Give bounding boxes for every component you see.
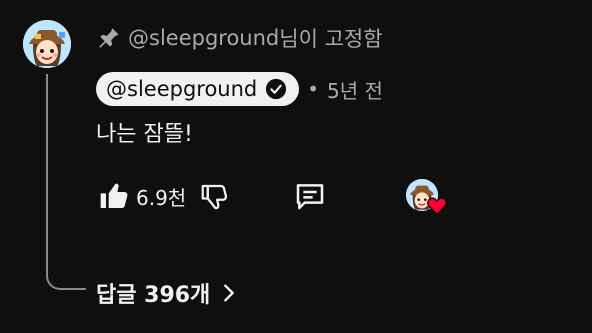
comment-header: @sleepground • 5년 전 — [96, 72, 383, 106]
pinned-by-user: @sleepground — [128, 26, 280, 50]
avatar-illustration — [23, 20, 71, 68]
heart-icon — [426, 195, 448, 217]
creator-heart-badge — [406, 179, 447, 216]
comment-actions: 6.9천 — [92, 174, 332, 218]
like-button[interactable] — [92, 174, 136, 218]
replies-count-label: 답글 396개 — [96, 283, 211, 308]
meta-separator: • — [307, 77, 320, 101]
pin-icon — [96, 25, 122, 51]
comment-icon — [296, 184, 324, 210]
comment-text: 나는 잠뜰! — [96, 122, 193, 147]
author-name-chip[interactable]: @sleepground — [96, 72, 300, 106]
thumbs-down-icon — [201, 184, 228, 210]
thumbs-up-icon — [100, 183, 128, 208]
comment-timestamp[interactable]: 5년 전 — [327, 75, 383, 104]
verified-icon — [265, 78, 287, 100]
author-avatar[interactable] — [23, 20, 71, 68]
chevron-right-icon — [218, 282, 240, 304]
author-name: @sleepground — [106, 77, 258, 101]
dislike-button[interactable] — [192, 174, 236, 218]
pinned-indicator: @sleepground 님이 고정함 — [96, 24, 383, 52]
reply-button[interactable] — [288, 174, 332, 218]
pinned-suffix: 님이 고정함 — [279, 27, 383, 51]
view-replies-button[interactable]: 답글 396개 — [96, 276, 240, 310]
reply-thread-line — [46, 74, 86, 290]
like-count: 6.9천 — [136, 185, 187, 210]
